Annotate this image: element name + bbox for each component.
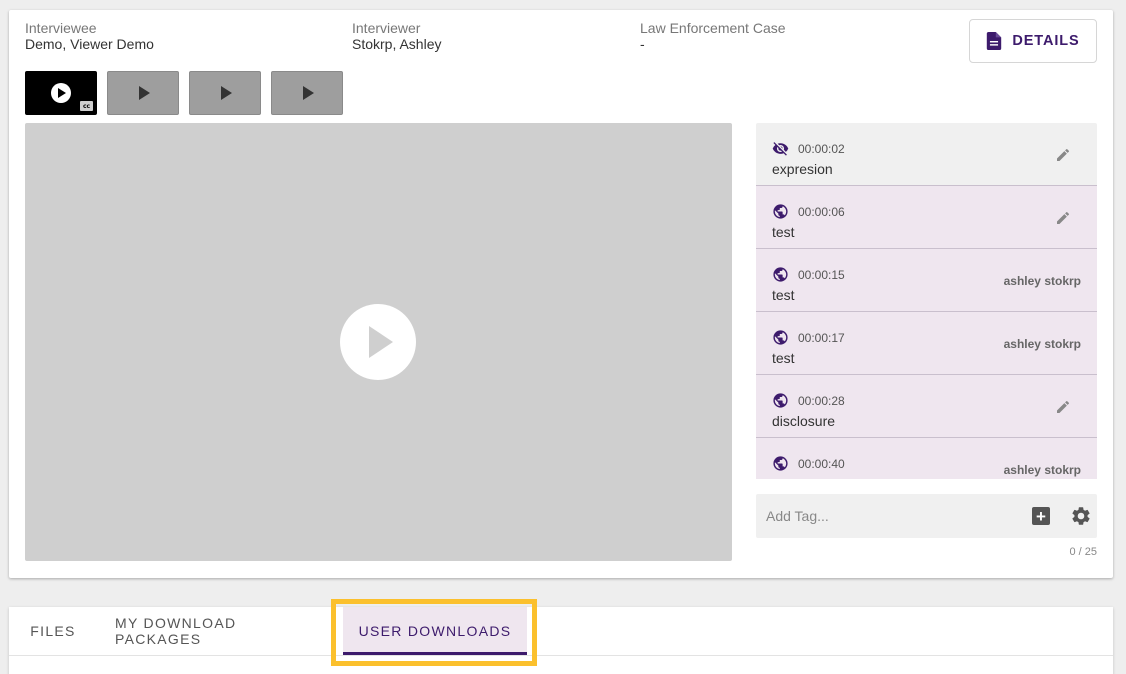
tag-timestamp: 00:00:28 <box>772 392 845 409</box>
tag-time-text: 00:00:15 <box>798 267 845 282</box>
tag-char-count: 0 / 25 <box>1069 546 1097 558</box>
tag-time-text: 00:00:40 <box>798 456 845 471</box>
globe-icon <box>772 203 789 220</box>
video-thumbnail-3[interactable] <box>189 71 261 115</box>
tag-text: disclosure <box>772 413 836 429</box>
tag-time-text: 00:00:02 <box>798 141 845 156</box>
interview-card: Interviewee Demo, Viewer Demo Interviewe… <box>9 10 1113 578</box>
add-tag-plus-icon[interactable]: + <box>1032 507 1050 525</box>
case-value: - <box>640 36 645 52</box>
video-thumbnail-4[interactable] <box>271 71 343 115</box>
tag-text: test <box>772 224 795 240</box>
tag-time-text: 00:00:06 <box>798 204 845 219</box>
interviewee-label: Interviewee <box>25 20 97 36</box>
tab-user-downloads[interactable]: USER DOWNLOADS <box>343 607 527 655</box>
interviewee-info: Interviewee Demo, Viewer Demo <box>25 20 154 53</box>
tag-list[interactable]: 00:00:02 expresion 00:00:06 test 00:00:15 tes… <box>756 123 1097 479</box>
tab-files[interactable]: FILES <box>19 607 87 655</box>
tag-author: ashley stokrp <box>1003 274 1081 288</box>
tag-text: test <box>772 350 795 366</box>
closed-caption-icon: cc <box>80 101 93 111</box>
case-info: Law Enforcement Case - <box>640 20 786 53</box>
play-icon <box>51 83 71 103</box>
tag-timestamp: 00:00:17 <box>772 329 845 346</box>
edit-pencil-icon[interactable] <box>1055 399 1071 415</box>
tag-row[interactable]: 00:00:17 test ashley stokrp <box>756 312 1097 375</box>
tag-row[interactable]: 00:00:02 expresion <box>756 123 1097 186</box>
tag-time-text: 00:00:28 <box>798 393 845 408</box>
globe-icon <box>772 455 789 472</box>
video-thumbnails: cc <box>25 71 343 115</box>
edit-pencil-icon[interactable] <box>1055 210 1071 226</box>
tab-my-download-packages[interactable]: MY DOWNLOAD PACKAGES <box>115 607 327 655</box>
tag-row[interactable]: 00:00:28 disclosure <box>756 375 1097 438</box>
play-button-icon[interactable] <box>340 304 416 380</box>
play-icon <box>139 86 150 100</box>
details-button-label: DETAILS <box>1012 33 1080 49</box>
globe-icon <box>772 392 789 409</box>
tag-row[interactable]: 00:00:15 test ashley stokrp <box>756 249 1097 312</box>
tag-row[interactable]: 00:00:40 bod ashley stokrp <box>756 438 1097 479</box>
globe-icon <box>772 266 789 283</box>
tag-timestamp: 00:00:40 <box>772 455 845 472</box>
video-player[interactable] <box>25 123 732 561</box>
case-label: Law Enforcement Case <box>640 20 786 36</box>
tag-timestamp: 00:00:06 <box>772 203 845 220</box>
tag-text: expresion <box>772 161 833 177</box>
interviewer-info: Interviewer Stokrp, Ashley <box>352 20 442 53</box>
interviewee-value: Demo, Viewer Demo <box>25 36 154 52</box>
video-thumbnail-1[interactable]: cc <box>25 71 97 115</box>
details-button[interactable]: DETAILS <box>969 19 1097 63</box>
interviewer-value: Stokrp, Ashley <box>352 36 442 52</box>
interviewer-label: Interviewer <box>352 20 421 36</box>
document-icon <box>987 32 1002 50</box>
downloads-tabs-card: FILES MY DOWNLOAD PACKAGES USER DOWNLOAD… <box>9 607 1113 674</box>
tag-author: ashley stokrp <box>1003 337 1081 351</box>
globe-icon <box>772 329 789 346</box>
edit-pencil-icon[interactable] <box>1055 147 1071 163</box>
add-tag-input[interactable] <box>756 494 1016 538</box>
video-thumbnail-2[interactable] <box>107 71 179 115</box>
tag-timestamp: 00:00:15 <box>772 266 845 283</box>
gear-icon[interactable] <box>1070 505 1092 527</box>
tag-timestamp: 00:00:02 <box>772 140 845 157</box>
play-icon <box>221 86 232 100</box>
tabs-divider <box>9 655 1113 656</box>
tag-row[interactable]: 00:00:06 test <box>756 186 1097 249</box>
tag-text: bod <box>772 476 795 479</box>
add-tag-bar: + <box>756 494 1097 538</box>
tag-author: ashley stokrp <box>1003 463 1081 477</box>
eye-off-icon <box>772 140 789 157</box>
tag-time-text: 00:00:17 <box>798 330 845 345</box>
tag-text: test <box>772 287 795 303</box>
play-icon <box>303 86 314 100</box>
